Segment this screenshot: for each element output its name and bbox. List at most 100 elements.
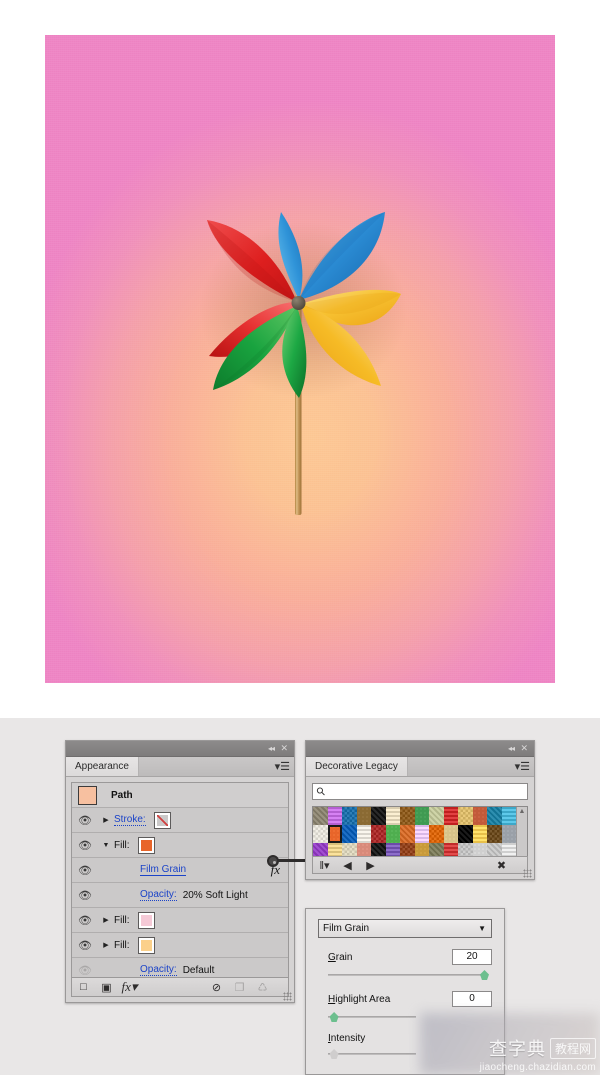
swatch-cell[interactable] [443, 825, 458, 843]
visibility-eye-icon[interactable]: 👁 [72, 864, 98, 877]
effect-selector-dropdown[interactable]: Film Grain ▼ [318, 919, 492, 938]
opacity-label[interactable]: Opacity: [140, 889, 177, 901]
swatch-search-input[interactable] [325, 785, 523, 798]
pinwheel-artwork[interactable] [185, 190, 415, 550]
swatch-cell[interactable] [313, 825, 328, 843]
stroke-label[interactable]: Stroke: [114, 814, 146, 826]
visibility-eye-icon[interactable]: 👁 [72, 964, 98, 977]
swatch-cell[interactable] [472, 807, 487, 825]
swatch-cell[interactable] [356, 825, 371, 843]
add-new-effect-button[interactable]: fx▾ [118, 979, 141, 995]
close-icon[interactable]: ✕ [280, 743, 288, 755]
grain-slider-knob[interactable] [480, 970, 489, 980]
disclosure-triangle-icon[interactable]: ▼ [98, 842, 114, 849]
disclosure-triangle-icon[interactable]: ▶ [98, 916, 114, 924]
disclosure-triangle-icon[interactable]: ▶ [98, 941, 114, 949]
swatch-search-field[interactable]: ⚲ [312, 783, 528, 800]
swatch-grid[interactable] [313, 807, 516, 863]
delete-swatch-icon[interactable]: ✖ [490, 859, 513, 872]
film-grain-effect-label[interactable]: Film Grain [140, 864, 187, 876]
appearance-row-opacity-fill[interactable]: 👁 Opacity: 20% Soft Light [72, 883, 288, 908]
appearance-panel[interactable]: ◂◂ ✕ Appearance ▾☰ Path 👁 ▶ Stroke: 👁 ▼ … [65, 740, 329, 1003]
appearance-row-label: Path [111, 789, 133, 801]
swatch-cell[interactable] [342, 807, 357, 825]
disclosure-triangle-icon[interactable]: ▶ [98, 816, 114, 824]
grain-control[interactable]: Grain 20 [328, 949, 492, 980]
visibility-eye-icon[interactable]: 👁 [72, 914, 98, 927]
path-target-thumbnail[interactable] [78, 785, 97, 805]
fill-label[interactable]: Fill: [114, 915, 130, 926]
swatch-cell[interactable] [472, 825, 487, 843]
visibility-eye-icon[interactable]: 👁 [72, 839, 98, 852]
appearance-row-fill-primary[interactable]: 👁 ▼ Fill: [72, 833, 288, 858]
appearance-row-stroke[interactable]: 👁 ▶ Stroke: [72, 808, 288, 833]
highlight-area-value-input[interactable]: 0 [452, 991, 492, 1007]
opacity-label[interactable]: Opacity: [140, 964, 177, 976]
visibility-eye-icon[interactable]: 👁 [72, 814, 98, 827]
chevron-down-icon[interactable]: ▼ [478, 924, 486, 933]
swatch-libraries-menu-icon[interactable]: ‖▾ [313, 859, 336, 872]
grain-slider[interactable] [328, 970, 489, 980]
appearance-row-film-grain-effect[interactable]: 👁 Film Grain fx [72, 858, 288, 883]
appearance-list[interactable]: Path 👁 ▶ Stroke: 👁 ▼ Fill: 👁 Film Grain … [71, 782, 289, 985]
swatch-cell[interactable] [385, 807, 400, 825]
fill-color-swatch[interactable] [137, 836, 155, 854]
fill-label[interactable]: Fill: [114, 940, 130, 951]
highlight-area-slider-knob[interactable] [329, 1012, 339, 1022]
collapse-icon[interactable]: ◂◂ [508, 743, 515, 755]
appearance-row-path[interactable]: Path [72, 783, 288, 808]
add-new-stroke-button[interactable]: □ [72, 981, 95, 993]
delete-item-button[interactable]: ♺ [251, 981, 274, 994]
grain-value-input[interactable]: 20 [452, 949, 492, 965]
add-new-fill-button[interactable]: ▣ [95, 981, 118, 994]
swatch-cell[interactable] [487, 825, 502, 843]
resize-grip[interactable] [283, 992, 292, 1001]
intensity-slider-track [328, 1053, 416, 1055]
tab-decorative-legacy[interactable]: Decorative Legacy [306, 757, 408, 776]
intensity-slider-knob[interactable] [329, 1049, 339, 1059]
swatch-cell[interactable] [501, 807, 516, 825]
swatch-scrollbar[interactable]: ▲ ▼ [516, 807, 527, 863]
watermark-blur-backdrop [420, 1013, 600, 1075]
swatch-cell[interactable] [429, 825, 444, 843]
swatch-cell[interactable] [371, 825, 386, 843]
swatch-cell[interactable] [313, 807, 328, 825]
swatch-cell[interactable] [443, 807, 458, 825]
swatch-cell[interactable] [414, 807, 429, 825]
visibility-eye-icon[interactable]: 👁 [72, 939, 98, 952]
swatch-cell[interactable] [327, 807, 342, 825]
collapse-icon[interactable]: ◂◂ [268, 743, 275, 755]
swatch-cell[interactable] [385, 825, 400, 843]
swatch-cell[interactable] [414, 825, 429, 843]
swatch-cell[interactable] [487, 807, 502, 825]
swatch-cell[interactable] [371, 807, 386, 825]
fill-label[interactable]: Fill: [114, 840, 130, 851]
fill-color-swatch[interactable] [137, 911, 155, 929]
panel-menu-icon[interactable]: ▾☰ [274, 760, 290, 774]
stroke-color-swatch[interactable] [153, 811, 171, 829]
appearance-row-fill-pink[interactable]: 👁 ▶ Fill: [72, 908, 288, 933]
duplicate-item-button[interactable]: ❐ [228, 981, 251, 994]
swatch-cell[interactable] [400, 807, 415, 825]
tab-appearance[interactable]: Appearance [66, 757, 139, 776]
panel-menu-icon[interactable]: ▾☰ [514, 760, 530, 774]
swatch-cell[interactable] [342, 825, 357, 843]
swatch-library-panel[interactable]: ◂◂ ✕ Decorative Legacy ▾☰ ⚲ ▲ ▼ ‖▾ ◀ ▶ [305, 740, 535, 880]
swatch-cell[interactable] [327, 825, 342, 843]
swatch-cell[interactable] [429, 807, 444, 825]
swatch-cell[interactable] [400, 825, 415, 843]
swatch-cell[interactable] [501, 825, 516, 843]
load-previous-library-icon[interactable]: ◀ [336, 859, 359, 872]
scroll-up-icon[interactable]: ▲ [519, 808, 526, 815]
artboard[interactable] [45, 35, 555, 683]
swatch-cell[interactable] [356, 807, 371, 825]
clear-appearance-button[interactable]: ⊘ [205, 981, 228, 994]
swatch-cell[interactable] [458, 807, 473, 825]
appearance-row-fill-peach[interactable]: 👁 ▶ Fill: [72, 933, 288, 958]
resize-grip[interactable] [523, 869, 532, 878]
fill-color-swatch[interactable] [137, 936, 155, 954]
visibility-eye-icon[interactable]: 👁 [72, 889, 98, 902]
swatch-cell[interactable] [458, 825, 473, 843]
load-next-library-icon[interactable]: ▶ [359, 859, 382, 872]
close-icon[interactable]: ✕ [520, 743, 528, 755]
